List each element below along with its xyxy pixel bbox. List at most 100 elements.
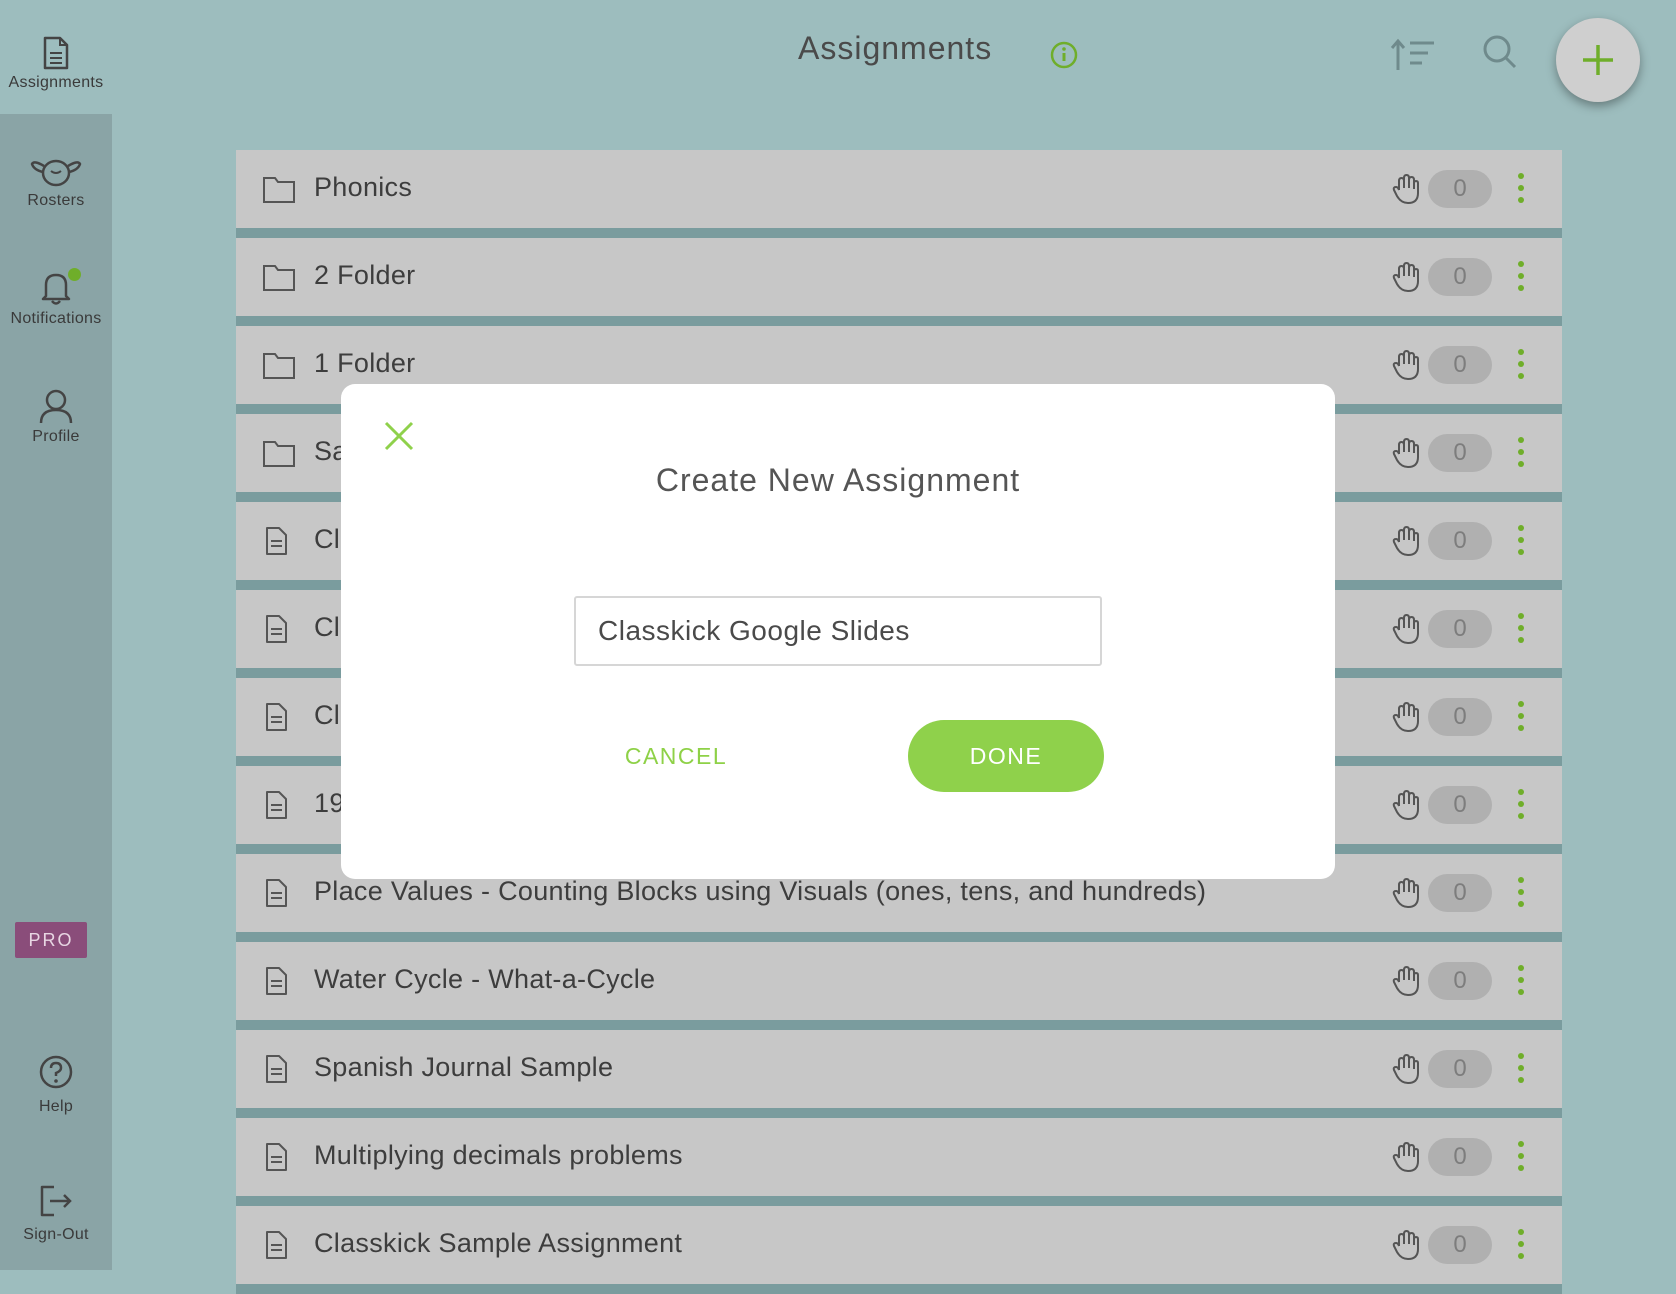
sidebar-item-label: Rosters	[27, 192, 85, 209]
folder-icon	[263, 177, 295, 203]
more-options-icon[interactable]	[1516, 1052, 1526, 1084]
document-icon	[266, 703, 287, 731]
assignment-name-input[interactable]	[574, 596, 1102, 666]
hand-icon[interactable]	[1392, 1142, 1420, 1172]
rosters-icon	[30, 159, 82, 187]
more-options-icon[interactable]	[1516, 788, 1526, 820]
document-icon	[266, 615, 287, 643]
folder-icon	[263, 265, 295, 291]
list-item[interactable]: Water Cycle - What-a-Cycle 0	[236, 942, 1562, 1030]
page-title: Assignments	[798, 30, 993, 66]
sidebar-item-label: Sign-Out	[23, 1226, 89, 1243]
count-badge: 0	[1428, 1226, 1492, 1264]
hand-icon[interactable]	[1392, 438, 1420, 468]
item-name: Water Cycle - What-a-Cycle	[314, 964, 656, 994]
more-options-icon[interactable]	[1516, 524, 1526, 556]
count-badge: 0	[1428, 258, 1492, 296]
document-icon	[266, 1143, 287, 1171]
hand-icon[interactable]	[1392, 966, 1420, 996]
item-name: Phonics	[314, 172, 413, 202]
dialog-title: Create New Assignment	[655, 462, 1021, 498]
hand-icon[interactable]	[1392, 526, 1420, 556]
sidebar-item-label: Notifications	[10, 310, 102, 327]
folder-icon	[263, 441, 295, 467]
item-name: 2 Folder	[314, 260, 416, 290]
search-icon[interactable]	[1482, 34, 1518, 70]
more-options-icon[interactable]	[1516, 700, 1526, 732]
item-name: Cl	[314, 612, 341, 642]
item-name: Spanish Journal Sample	[314, 1052, 614, 1082]
hand-icon[interactable]	[1392, 262, 1420, 292]
list-item[interactable]: Classkick Sample Assignment 0	[236, 1206, 1562, 1294]
help-icon	[39, 1055, 73, 1089]
count-badge: 0	[1428, 1138, 1492, 1176]
list-item[interactable]: Phonics 0	[236, 150, 1562, 238]
close-icon[interactable]	[383, 420, 415, 452]
document-icon	[266, 879, 287, 907]
hand-icon[interactable]	[1392, 878, 1420, 908]
hand-icon[interactable]	[1392, 1230, 1420, 1260]
count-badge: 0	[1428, 522, 1492, 560]
list-item[interactable]: 2 Folder 0	[236, 238, 1562, 326]
document-icon	[266, 967, 287, 995]
count-badge: 0	[1428, 874, 1492, 912]
sidebar-item-label: Assignments	[8, 74, 104, 91]
more-options-icon[interactable]	[1516, 612, 1526, 644]
document-icon	[266, 1055, 287, 1083]
sidebar-item-assignments[interactable]: Assignments	[0, 36, 112, 92]
count-badge: 0	[1428, 698, 1492, 736]
more-options-icon[interactable]	[1516, 964, 1526, 996]
hand-icon[interactable]	[1392, 790, 1420, 820]
more-options-icon[interactable]	[1516, 876, 1526, 908]
count-badge: 0	[1428, 346, 1492, 384]
item-name: Classkick Sample Assignment	[314, 1228, 683, 1258]
sidebar-item-profile[interactable]: Profile	[0, 388, 112, 446]
hand-icon[interactable]	[1392, 350, 1420, 380]
sidebar-item-rosters[interactable]: Rosters	[0, 154, 112, 210]
item-name: 1 Folder	[314, 348, 416, 378]
item-name: Multiplying decimals problems	[314, 1140, 683, 1170]
count-badge: 0	[1428, 962, 1492, 1000]
count-badge: 0	[1428, 610, 1492, 648]
sidebar-item-sign-out[interactable]: Sign-Out	[0, 1184, 112, 1244]
pro-badge[interactable]: PRO	[15, 922, 87, 958]
count-badge: 0	[1428, 786, 1492, 824]
sidebar-item-notifications[interactable]: Notifications	[0, 270, 112, 328]
count-badge: 0	[1428, 170, 1492, 208]
profile-icon	[39, 389, 73, 424]
list-item[interactable]: Spanish Journal Sample 0	[236, 1030, 1562, 1118]
document-icon	[266, 1231, 287, 1259]
more-options-icon[interactable]	[1516, 1140, 1526, 1172]
notification-dot	[68, 268, 81, 281]
folder-icon	[263, 353, 295, 379]
more-options-icon[interactable]	[1516, 1228, 1526, 1260]
document-icon	[266, 527, 287, 555]
item-name: Cl	[314, 524, 341, 554]
item-name: Place Values - Counting Blocks using Vis…	[314, 876, 1207, 906]
sidebar: Assignments Rosters Notifications Profil…	[0, 0, 112, 1270]
create-assignment-dialog: Create New Assignment CANCEL DONE	[341, 384, 1335, 879]
more-options-icon[interactable]	[1516, 260, 1526, 292]
document-icon	[43, 36, 69, 70]
count-badge: 0	[1428, 434, 1492, 472]
more-options-icon[interactable]	[1516, 348, 1526, 380]
info-icon[interactable]	[1050, 41, 1078, 69]
list-item[interactable]: Multiplying decimals problems 0	[236, 1118, 1562, 1206]
add-button[interactable]	[1556, 18, 1640, 102]
sidebar-item-label: Profile	[32, 428, 80, 445]
hand-icon[interactable]	[1392, 614, 1420, 644]
sidebar-item-label: Help	[38, 1098, 74, 1115]
cancel-button[interactable]: CANCEL	[571, 731, 781, 781]
count-badge: 0	[1428, 1050, 1492, 1088]
hand-icon[interactable]	[1392, 1054, 1420, 1084]
more-options-icon[interactable]	[1516, 436, 1526, 468]
hand-icon[interactable]	[1392, 702, 1420, 732]
document-icon	[266, 791, 287, 819]
sidebar-item-help[interactable]: Help	[0, 1054, 112, 1116]
more-options-icon[interactable]	[1516, 172, 1526, 204]
done-button[interactable]: DONE	[908, 720, 1104, 792]
sort-icon[interactable]	[1390, 38, 1436, 72]
hand-icon[interactable]	[1392, 174, 1420, 204]
item-name: Cl	[314, 700, 341, 730]
plus-icon	[1583, 45, 1613, 75]
